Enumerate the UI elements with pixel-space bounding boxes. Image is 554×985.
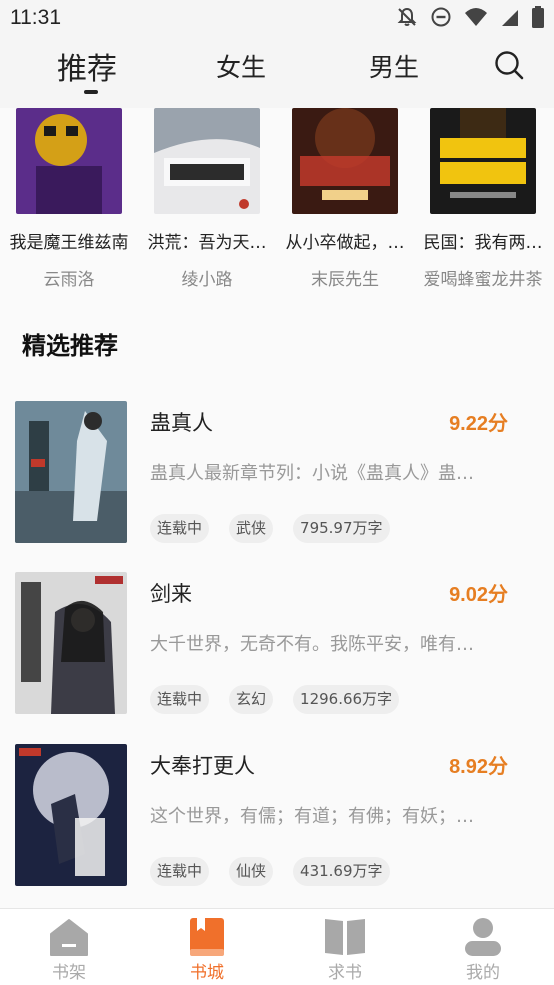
book-cover — [16, 108, 122, 214]
book-cover — [15, 572, 127, 714]
tab-recommend[interactable]: 推荐 — [57, 44, 117, 88]
genre-tag: 玄幻 — [229, 685, 274, 714]
search-icon — [495, 51, 524, 80]
open-book-icon — [325, 919, 365, 955]
strip-book-item[interactable]: 民国：我有两… 爱喝蜂蜜龙井茶 — [414, 108, 552, 290]
book-description: 这个世界，有儒；有道；有佛；有妖；… — [150, 806, 474, 827]
book-cover — [15, 401, 127, 543]
book-cover — [15, 744, 127, 886]
status-time: 11:31 — [10, 6, 61, 29]
book-cover — [292, 108, 398, 214]
status-tag: 连载中 — [150, 514, 210, 543]
strip-book-item[interactable]: 从小卒做起，… 末辰先生 — [276, 108, 414, 290]
book-cover — [154, 108, 260, 214]
book-tags: 连载中 武侠 795.97万字 — [150, 514, 390, 543]
book-score: 8.92分 — [449, 756, 508, 778]
word-count-tag: 431.69万字 — [293, 857, 390, 886]
book-score: 9.22分 — [449, 413, 508, 435]
status-icons — [396, 6, 544, 28]
word-count-tag: 795.97万字 — [293, 514, 390, 543]
book-title: 我是魔王维兹南 — [9, 233, 129, 253]
book-title: 剑来 — [150, 582, 192, 606]
bookstore-content[interactable]: 我是魔王维兹南 云雨洛 洪荒：吾为天… 绫小路 从小卒做起，… 末辰先生 民国：… — [0, 108, 554, 908]
do-not-disturb-icon — [431, 7, 451, 27]
top-tab-bar: 推荐 女生 男生 — [0, 38, 554, 108]
book-description: 大千世界，无奇不有。我陈平安，唯有… — [150, 634, 474, 655]
nav-bookshelf[interactable]: 书架 — [0, 909, 138, 985]
word-count-tag: 1296.66万字 — [293, 685, 400, 714]
status-tag: 连载中 — [150, 857, 210, 886]
book-tags: 连载中 玄幻 1296.66万字 — [150, 685, 400, 714]
recommend-book-item[interactable]: 剑来 9.02分 大千世界，无奇不有。我陈平安，唯有… 连载中 玄幻 1296.… — [0, 572, 554, 722]
book-author: 爱喝蜂蜜龙井茶 — [423, 270, 543, 290]
book-description: 蛊真人最新章节列：小说《蛊真人》蛊… — [150, 463, 474, 484]
section-title: 精选推荐 — [22, 332, 118, 360]
book-cover — [430, 108, 536, 214]
tab-active-indicator — [84, 90, 98, 94]
featured-book-strip: 我是魔王维兹南 云雨洛 洪荒：吾为天… 绫小路 从小卒做起，… 末辰先生 民国：… — [0, 108, 554, 298]
recommend-book-item[interactable]: 大奉打更人 8.92分 这个世界，有儒；有道；有佛；有妖；… 连载中 仙侠 43… — [0, 744, 554, 894]
book-author: 末辰先生 — [311, 270, 379, 290]
battery-icon — [532, 6, 544, 28]
nav-label: 求书 — [328, 963, 362, 983]
book-author: 云雨洛 — [43, 270, 95, 290]
wifi-icon — [465, 8, 487, 26]
book-tags: 连载中 仙侠 431.69万字 — [150, 857, 390, 886]
nav-label: 书架 — [52, 963, 86, 983]
genre-tag: 武侠 — [229, 514, 274, 543]
book-title: 洪荒：吾为天… — [147, 233, 267, 253]
book-title: 民国：我有两… — [423, 233, 543, 253]
search-button[interactable] — [494, 50, 524, 80]
status-tag: 连载中 — [150, 685, 210, 714]
strip-book-item[interactable]: 我是魔王维兹南 云雨洛 — [0, 108, 138, 290]
nav-bookstore[interactable]: 书城 — [138, 909, 276, 985]
genre-tag: 仙侠 — [229, 857, 274, 886]
book-score: 9.02分 — [449, 584, 508, 606]
notifications-off-icon — [397, 7, 417, 26]
book-icon — [190, 918, 224, 956]
nav-label: 我的 — [466, 963, 500, 983]
strip-book-item[interactable]: 洪荒：吾为天… 绫小路 — [138, 108, 276, 290]
bottom-navigation: 书架 书城 求书 我的 — [0, 908, 554, 985]
nav-request-book[interactable]: 求书 — [276, 909, 414, 985]
house-icon — [50, 919, 88, 956]
nav-profile[interactable]: 我的 — [414, 909, 552, 985]
status-bar: 11:31 — [0, 0, 554, 38]
tab-female[interactable]: 女生 — [216, 48, 266, 84]
book-title: 从小卒做起，… — [285, 233, 405, 253]
signal-icon — [502, 10, 518, 26]
nav-label: 书城 — [190, 963, 224, 983]
book-author: 绫小路 — [181, 270, 233, 290]
person-icon — [465, 918, 501, 956]
recommend-book-item[interactable]: 蛊真人 9.22分 蛊真人最新章节列：小说《蛊真人》蛊… 连载中 武侠 795.… — [0, 401, 554, 551]
book-title: 蛊真人 — [150, 411, 213, 435]
tab-male[interactable]: 男生 — [369, 48, 419, 84]
book-title: 大奉打更人 — [150, 754, 255, 778]
